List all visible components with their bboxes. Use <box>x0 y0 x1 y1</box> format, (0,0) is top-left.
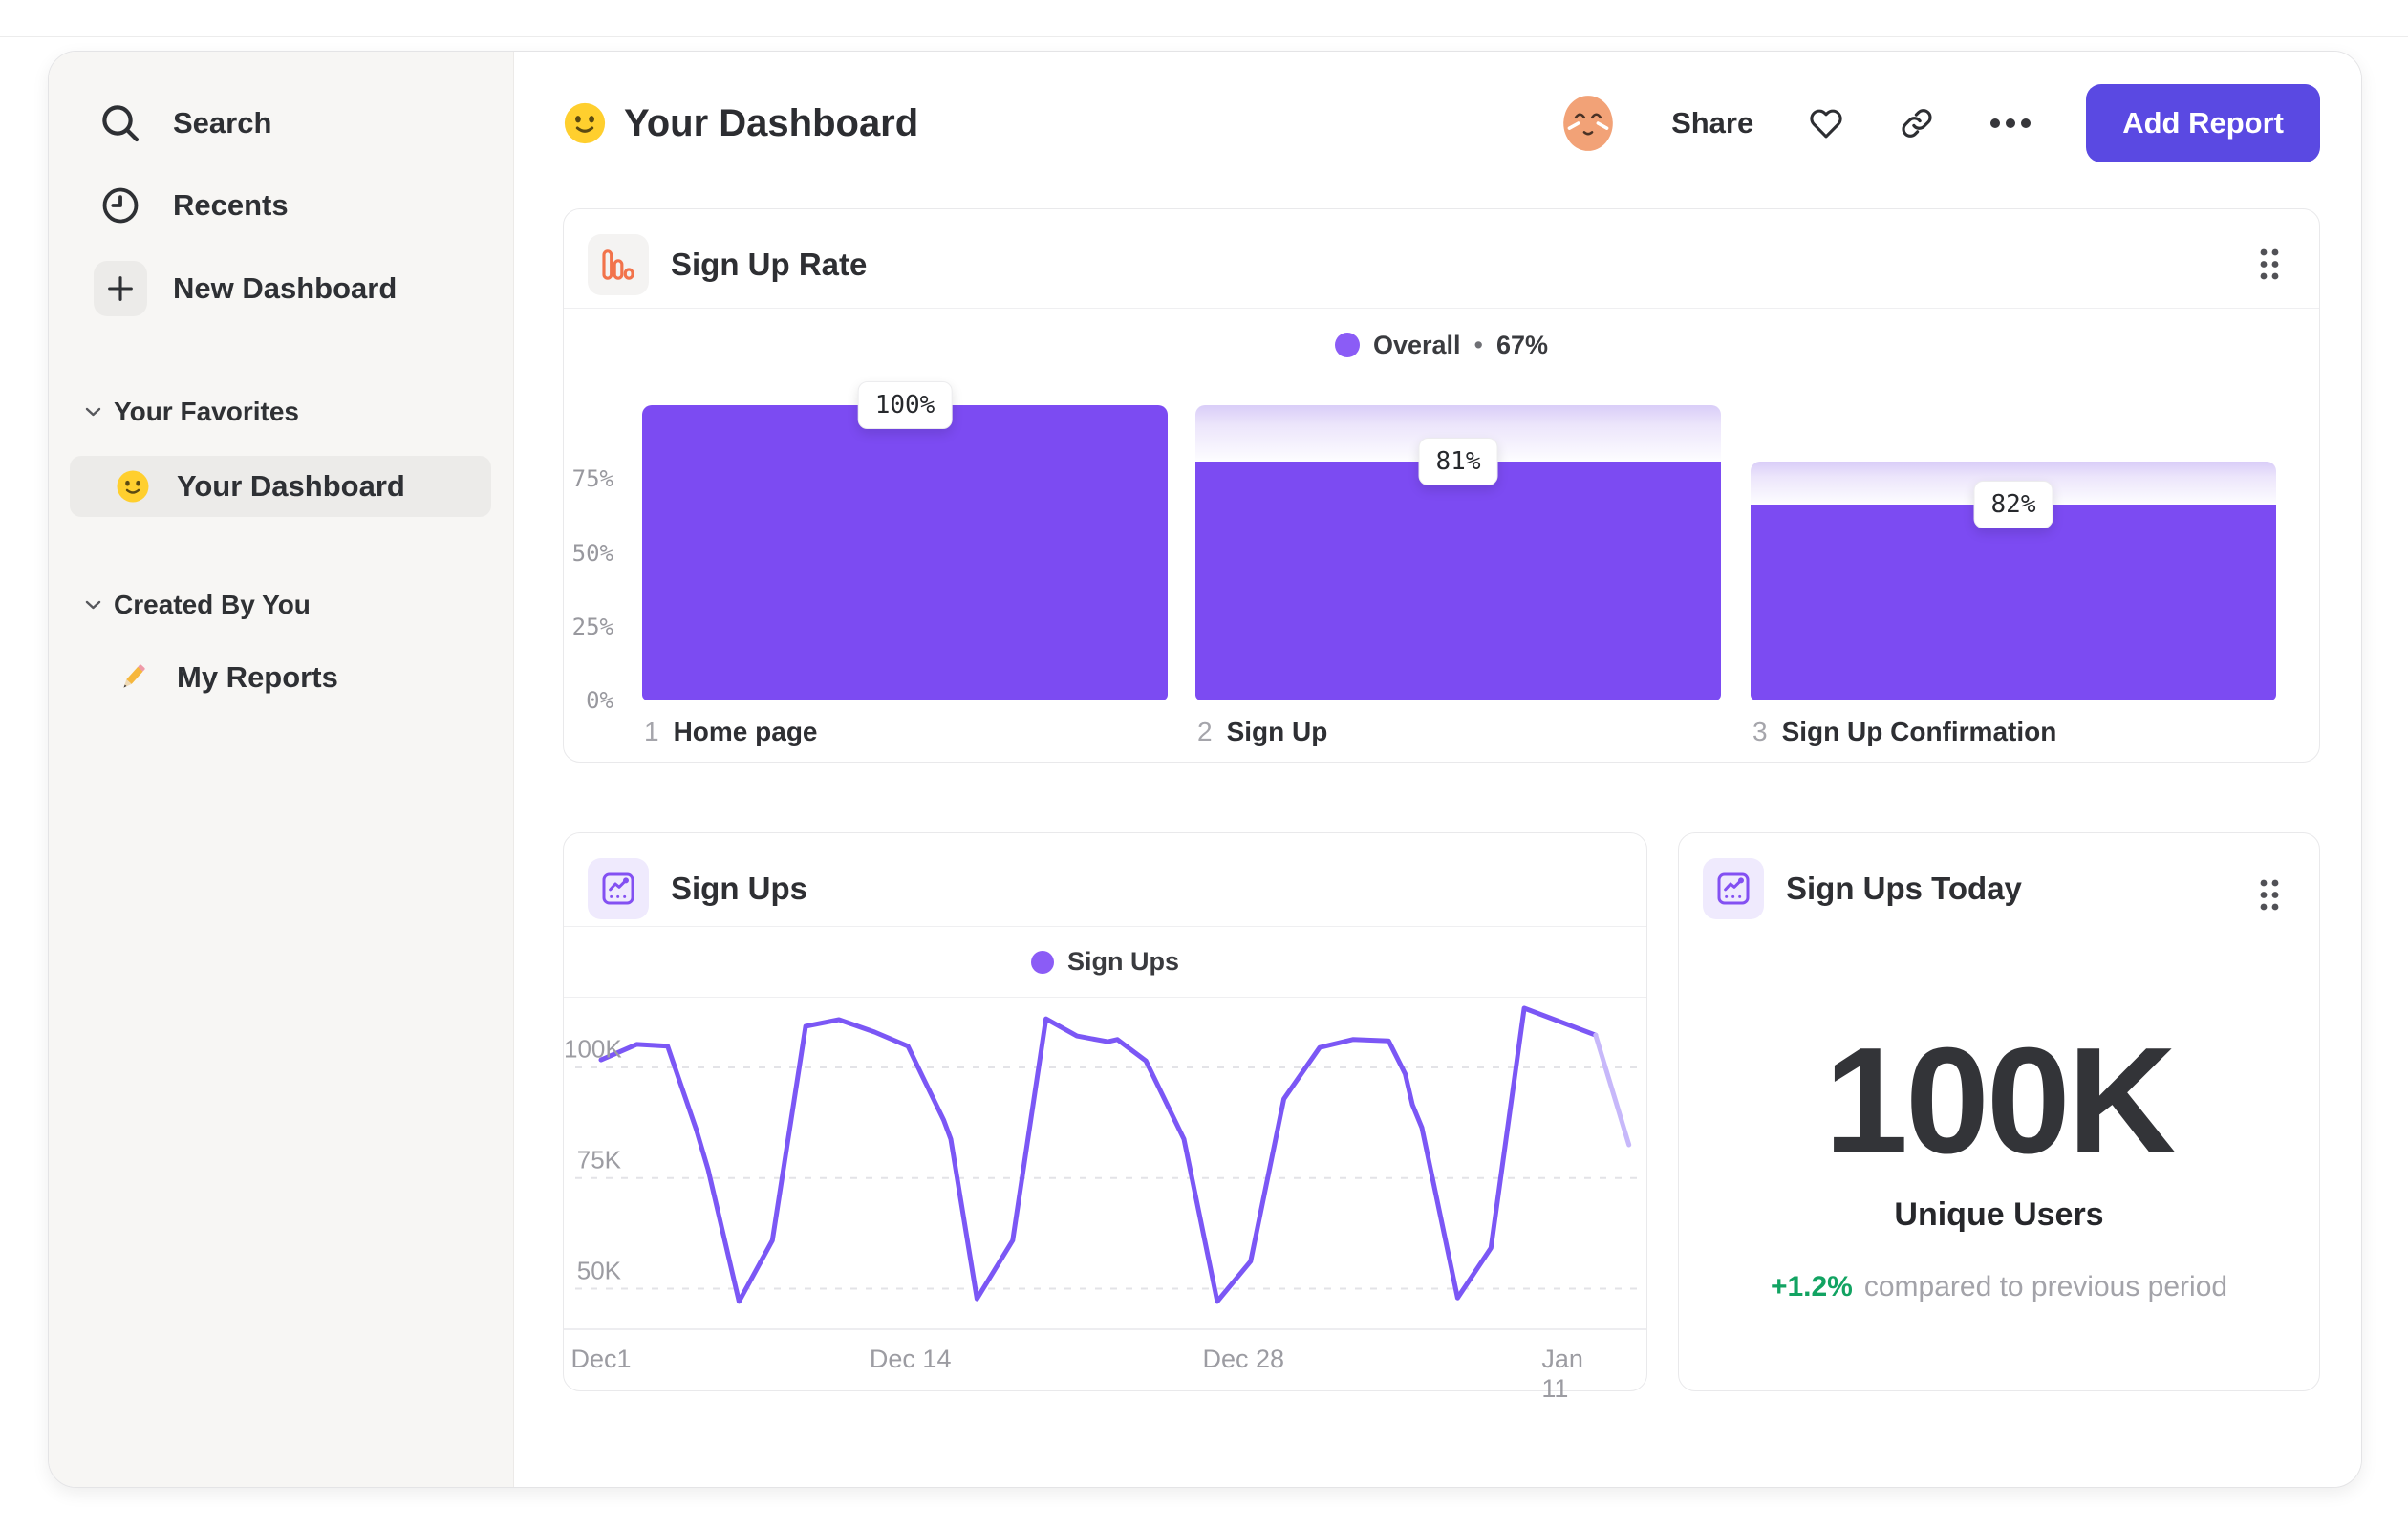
funnel-step-name: Home page <box>673 717 818 746</box>
line-y-tick-label: 75K <box>576 1145 621 1174</box>
sidebar-section-label: Your Favorites <box>114 397 299 426</box>
sidebar-item-label: Search <box>173 106 272 140</box>
sidebar-item-label: Your Dashboard <box>177 469 405 503</box>
funnel-y-tick-label: 25% <box>571 613 613 640</box>
card-header: Sign Ups Today <box>1679 833 2319 927</box>
sidebar: Search Recents New Dashboard Your Favori… <box>49 52 514 1487</box>
line-x-tick-label: Jan 11 <box>1541 1345 1583 1403</box>
sidebar-item-label: New Dashboard <box>173 271 398 305</box>
funnel-step-name: Sign Up Confirmation <box>1781 717 2057 746</box>
sidebar-section-label: Created By You <box>114 590 311 619</box>
search-icon <box>94 97 147 150</box>
funnel-value-tooltip: 82% <box>1973 480 2053 528</box>
funnel-step-index: 3 <box>1752 717 1768 746</box>
main-content: Your Dashboard Share Add Report Sign Up … <box>514 52 2361 1487</box>
sidebar-section-created-by-you[interactable]: Created By You <box>49 581 513 629</box>
line-series-projected <box>1593 1032 1632 1148</box>
funnel-plot: 75% 50% 25% 0% 100% 1 Home page 81% 2 Sign Up 82% 3… <box>564 209 2319 762</box>
line-series-sign-ups <box>598 1005 1599 1304</box>
header-actions: Share Add Report <box>1559 52 2320 195</box>
sidebar-item-recents[interactable]: Recents <box>49 174 513 237</box>
pencil-emoji <box>116 660 150 695</box>
line-x-tick-label: Dec1 <box>570 1345 632 1373</box>
chevron-down-icon <box>85 600 101 610</box>
funnel-step-index: 1 <box>644 717 659 746</box>
sidebar-item-new-dashboard[interactable]: New Dashboard <box>49 257 513 320</box>
sidebar-section-your-favorites[interactable]: Your Favorites <box>49 388 513 436</box>
clock-icon <box>94 179 147 232</box>
stat-delta-value: +1.2% <box>1770 1271 1853 1303</box>
sidebar-item-label: My Reports <box>177 660 338 694</box>
funnel-step-label: 1 Home page <box>644 717 818 747</box>
card-title: Sign Ups Today <box>1786 871 2022 906</box>
funnel-step-name: Sign Up <box>1226 717 1328 746</box>
x-axis-line <box>564 1328 1646 1330</box>
funnel-step-index: 2 <box>1197 717 1213 746</box>
sidebar-item-label: Recents <box>173 188 289 222</box>
sign-ups-line-chart <box>575 1005 1637 1304</box>
sidebar-item-my-reports[interactable]: My Reports <box>70 647 491 708</box>
sign-ups-today-card: Sign Ups Today 100K Unique Users +1.2% co… <box>1678 832 2320 1391</box>
dashboard-header: Your Dashboard Share Add Report <box>514 52 2361 195</box>
funnel-value-tooltip: 81% <box>1418 437 1498 485</box>
sign-ups-card: Sign Ups Sign Ups 100K 75K 50K Dec1 Dec 14 De… <box>563 832 1647 1403</box>
share-button[interactable]: Share <box>1671 106 1753 140</box>
smiley-emoji <box>116 469 150 504</box>
stat-value: 100K <box>1824 1017 2177 1185</box>
funnel-bar[interactable] <box>1195 461 1721 700</box>
funnel-step-label: 2 Sign Up <box>1197 717 1327 747</box>
stat-delta-row: +1.2% compared to previous period <box>1679 1271 2319 1303</box>
sidebar-item-search[interactable]: Search <box>49 92 513 155</box>
funnel-step-label: 3 Sign Up Confirmation <box>1752 717 2056 747</box>
app-window: Search Recents New Dashboard Your Favori… <box>48 51 2362 1488</box>
line-y-tick-label: 100K <box>564 1034 622 1064</box>
line-plot: 100K 75K 50K Dec1 Dec 14 Dec 28 Jan 11 <box>564 833 1646 1403</box>
line-x-tick-label: Dec 14 <box>869 1345 952 1373</box>
funnel-bar[interactable] <box>642 405 1168 700</box>
avatar[interactable] <box>1559 93 1618 154</box>
page-top-divider <box>0 36 2408 37</box>
funnel-bar[interactable] <box>1751 504 2276 700</box>
sign-up-rate-card: Sign Up Rate Overall • 67% 75% 50% 25% 0% 10… <box>563 208 2320 763</box>
add-report-button[interactable]: Add Report <box>2086 84 2320 162</box>
page-title: Your Dashboard <box>563 52 918 195</box>
line-chart-icon <box>1703 858 1764 919</box>
drag-handle-icon[interactable] <box>2260 879 2279 911</box>
sidebar-item-your-dashboard[interactable]: Your Dashboard <box>70 456 491 517</box>
line-y-tick-label: 50K <box>576 1256 621 1284</box>
copy-link-icon[interactable] <box>1899 105 1935 141</box>
line-x-tick-label: Dec 28 <box>1202 1345 1285 1373</box>
funnel-y-tick-label: 75% <box>571 465 613 493</box>
stat-delta-note: compared to previous period <box>1863 1271 2228 1303</box>
favorite-heart-icon[interactable] <box>1807 106 1845 140</box>
funnel-y-tick-label: 0% <box>586 687 613 714</box>
smiley-emoji <box>563 101 607 145</box>
more-options-icon[interactable] <box>1989 117 2032 130</box>
plus-icon <box>94 261 147 316</box>
page-title-text: Your Dashboard <box>624 101 919 144</box>
stat-label: Unique Users <box>1894 1196 2104 1233</box>
chevron-down-icon <box>85 407 101 417</box>
funnel-y-tick-label: 50% <box>571 539 613 567</box>
funnel-value-tooltip: 100% <box>857 381 953 429</box>
